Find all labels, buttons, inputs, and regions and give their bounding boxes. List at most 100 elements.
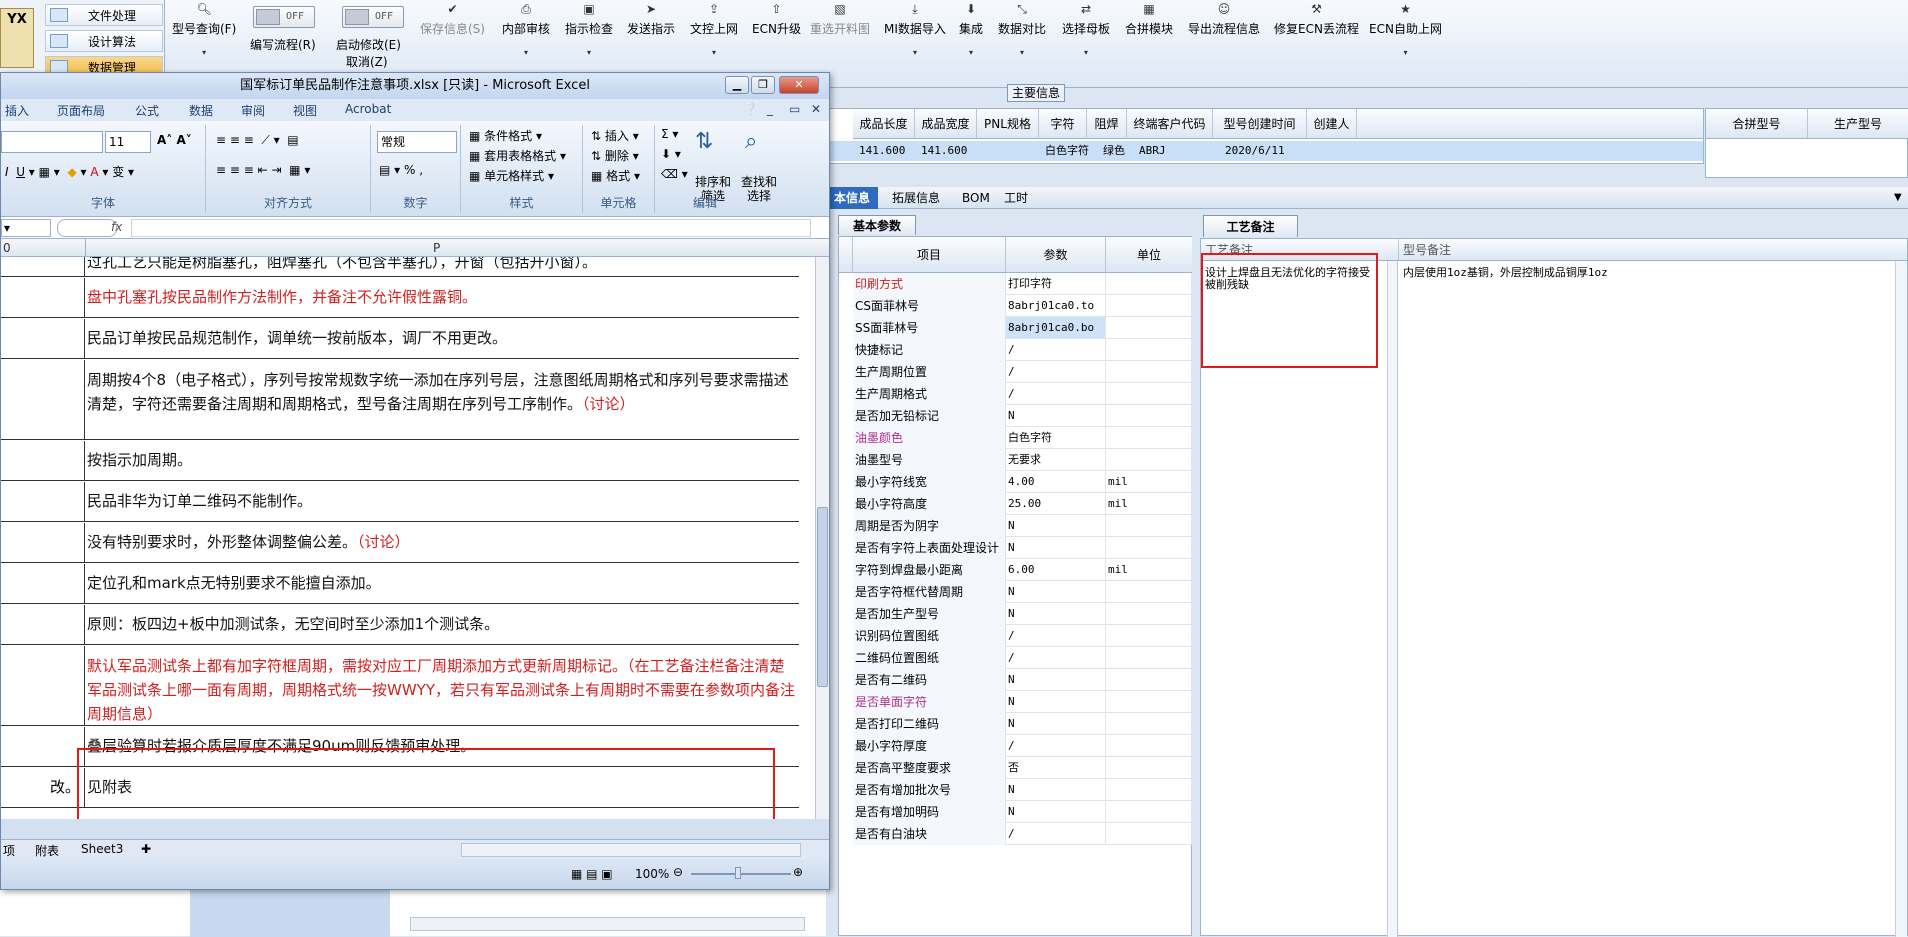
row-cell-text[interactable]: 民品订单按民品规范制作，调单统一按前版本，调厂不用更改。 [87,319,797,358]
table-row[interactable]: 按指示加周期。 [1,441,799,481]
row-cell-text[interactable]: 按指示加周期。 [87,441,797,480]
basic-params-tab[interactable]: 基本参数 [838,215,916,235]
col-header-left[interactable]: 0 [3,241,11,255]
param-value[interactable]: / [1006,647,1106,669]
param-value[interactable]: N [1006,713,1106,735]
param-unit[interactable] [1106,713,1192,735]
vertical-scrollbar[interactable] [815,257,829,819]
table-row[interactable]: 没有特别要求时，外形整体调整偏公差。（讨论） [1,523,799,563]
param-row[interactable]: 快捷标记 / [853,339,1193,361]
row-cell-left[interactable] [1,319,85,358]
param-unit[interactable] [1106,427,1192,449]
param-item[interactable]: 快捷标记 [853,339,1006,361]
tab-basic-info[interactable]: 本信息 [826,187,879,209]
tab-work-hours[interactable]: 工时 [996,187,1036,209]
param-value[interactable]: / [1006,625,1106,647]
param-item[interactable]: 生产周期格式 [853,383,1006,405]
row-cell-text[interactable]: 没有特别要求时，外形整体调整偏公差。（讨论） [87,523,797,562]
param-unit[interactable] [1106,823,1192,845]
row-cell-left[interactable] [1,646,85,725]
param-row[interactable]: 识别码位置图纸 / [853,625,1193,647]
scrollbar[interactable] [1895,261,1907,937]
param-row[interactable]: CS面菲林号 8abrj01ca0.to [853,295,1193,317]
scroll-thumb[interactable] [817,507,828,687]
col-header[interactable]: 型号创建时间 [1213,109,1307,139]
param-row[interactable]: 周期是否为阴字 N [853,515,1193,537]
param-row[interactable]: 是否加无铅标记 N [853,405,1193,427]
param-unit[interactable] [1106,603,1192,625]
col-header[interactable]: 成品长度 [853,109,915,139]
param-value[interactable]: 否 [1006,757,1106,779]
param-row[interactable]: 印刷方式 打印字符 [853,273,1193,295]
ecn-upgrade-button[interactable]: ⇧ ECN升级 [752,2,801,36]
sheet-tab[interactable]: 附表 [35,842,59,859]
tab-insert[interactable]: 插入 [5,102,29,119]
model-query-button[interactable]: 🔍︎ 型号查询(F) ▾ [172,2,236,60]
table-row[interactable]: 周期按4个8（电子格式），序列号按常规数字统一添加在序列号层，注意图纸周期格式和… [1,360,799,440]
table-row[interactable]: 默认军品测试条上都有加字符框周期，需按对应工厂周期添加方式更新周期标记。（在工艺… [1,646,799,726]
param-row[interactable]: 字符到焊盘最小距离 6.00 mil [853,559,1193,581]
param-item[interactable]: 油墨型号 [853,449,1006,471]
param-unit[interactable] [1106,449,1192,471]
horizontal-scrollbar[interactable] [461,843,801,857]
param-row[interactable]: 是否加生产型号 N [853,603,1193,625]
font-format-icons[interactable]: I U ▾ ▦ ▾ ◆ ▾ A ▾ 变 ▾ [5,163,134,180]
param-row[interactable]: 是否有二维码 N [853,669,1193,691]
zoom-out-icon[interactable]: ⊖ [673,865,683,879]
param-item[interactable]: 是否打印二维码 [853,713,1006,735]
instruction-check-button[interactable]: ▣ 指示检查 ▾ [565,2,613,60]
panel-module-button[interactable]: ▦ 合拼模块 [1125,2,1173,36]
param-row[interactable]: 是否有字符上表面处理设计 N [853,537,1193,559]
param-unit[interactable]: mil [1106,493,1192,515]
param-row[interactable]: 生产周期位置 / [853,361,1193,383]
param-value[interactable]: N [1006,669,1106,691]
param-item[interactable]: 印刷方式 [853,273,1006,295]
doc-control-upload-button[interactable]: ⇪ 文控上网 ▾ [690,2,738,60]
param-item[interactable]: 是否加无铅标记 [853,405,1006,427]
row-cell-left[interactable] [1,564,85,603]
cancel-button[interactable]: 取消(Z) [346,53,388,70]
align-icons[interactable]: ≡ ≡ ≡ ⟋ ▾ ▤ [216,133,299,148]
col-header-unit[interactable]: 单位 [1106,237,1192,273]
param-row[interactable]: 是否有增加批次号 N [853,779,1193,801]
row-cell-text[interactable]: 民品非华为订单二维码不能制作。 [87,482,797,521]
param-unit[interactable] [1106,691,1192,713]
tab-extended-info[interactable]: 拓展信息 [884,187,948,209]
param-item[interactable]: 是否加生产型号 [853,603,1006,625]
format-cells-button[interactable]: ▦ 格式 ▾ [591,167,640,184]
col-header[interactable]: 成品宽度 [915,109,977,139]
param-value[interactable]: / [1006,735,1106,757]
param-value[interactable]: N [1006,515,1106,537]
tab-page-layout[interactable]: 页面布局 [57,102,105,119]
param-value[interactable]: N [1006,405,1106,427]
clear-icon[interactable]: ⌫ ▾ [661,167,688,181]
ribbon-close-icon[interactable]: ✕ [811,102,821,116]
param-row[interactable]: 油墨颜色 白色字符 [853,427,1193,449]
param-unit[interactable] [1106,647,1192,669]
param-unit[interactable]: mil [1106,559,1192,581]
param-unit[interactable] [1106,669,1192,691]
param-value[interactable]: N [1006,801,1106,823]
param-unit[interactable] [1106,383,1192,405]
internal-review-button[interactable]: ⎙ 内部审核 ▾ [502,2,550,60]
grow-font-icon[interactable]: A˄ A˅ [157,133,192,147]
reselect-cutting-button[interactable]: ▧ 重选开料图 [810,2,870,36]
param-item[interactable]: CS面菲林号 [853,295,1006,317]
tab-bom[interactable]: BOM [954,187,998,209]
param-value[interactable]: 无要求 [1006,449,1106,471]
param-value[interactable]: N [1006,691,1106,713]
sum-icon[interactable]: Σ ▾ [661,127,678,141]
param-item[interactable]: 是否单面字符 [853,691,1006,713]
col-header[interactable]: PNL规格 [977,109,1039,139]
param-value[interactable]: 8abrj01ca0.to [1006,295,1106,317]
param-item[interactable]: 生产周期位置 [853,361,1006,383]
param-item[interactable]: 油墨颜色 [853,427,1006,449]
number-format-box[interactable]: 常规 [377,131,457,153]
param-unit[interactable] [1106,405,1192,427]
integrate-button[interactable]: ⬇ 集成 ▾ [959,2,983,60]
delete-cells-button[interactable]: ⇅ 删除 ▾ [591,147,639,164]
param-unit[interactable] [1106,295,1192,317]
param-unit[interactable] [1106,801,1192,823]
param-row[interactable]: 是否字符框代替周期 N [853,581,1193,603]
param-value[interactable]: / [1006,383,1106,405]
